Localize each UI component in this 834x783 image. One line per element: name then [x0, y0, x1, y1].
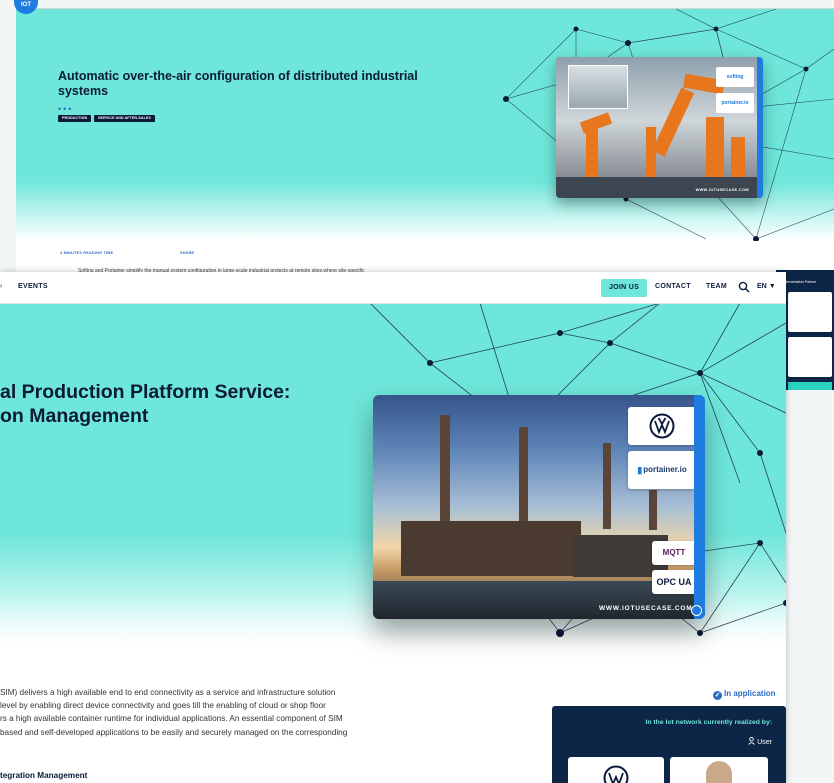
foreground-browser-window: › EVENTS JOIN US CONTACT TEAM EN ▼ al Pr…: [0, 272, 786, 783]
top-navigation: › EVENTS JOIN US CONTACT TEAM EN ▼: [0, 272, 786, 304]
vw-icon: [603, 765, 629, 783]
background-browser-window: Automatic over-the-air configuration of …: [16, 8, 834, 277]
realized-by-panel: In the Iot network currently realized by…: [552, 706, 786, 783]
tag-service[interactable]: SERVICE AND AFTER-SALES: [94, 115, 155, 122]
back-usecase-image-card: softing portainer.io WWW.IOTUSECASE.COM: [556, 57, 763, 198]
chimney: [519, 427, 528, 527]
user-icon: [748, 736, 756, 745]
card-url: WWW.IOTUSECASE.COM: [695, 188, 749, 192]
chimney: [603, 443, 611, 529]
card-badge-icon: [691, 605, 702, 616]
reading-time: 4 MINUTES READING TIME: [60, 251, 114, 255]
card-accent-bar: [694, 395, 705, 619]
language-selector[interactable]: EN ▼: [757, 281, 776, 293]
body-line: rs a high available container runtime fo…: [0, 714, 343, 724]
person-photo: [706, 761, 732, 783]
team-photo: [568, 65, 628, 109]
card-accent-bar: [757, 57, 763, 198]
portainer-logo: ▮ portainer.io: [628, 451, 696, 489]
back-tag-list: PRODUCTION SERVICE AND AFTER-SALES: [58, 115, 155, 122]
portainer-logo: portainer.io: [716, 93, 754, 113]
opc-ua-logo: OPC UA: [652, 570, 696, 594]
partner-card-vw[interactable]: [568, 757, 664, 783]
chimney: [440, 415, 450, 525]
power-plant-building: [401, 521, 581, 576]
search-icon[interactable]: [738, 281, 750, 293]
partner-card-person[interactable]: [670, 757, 768, 783]
share-dots-icon: •••: [58, 104, 74, 114]
status-label: In application: [724, 689, 776, 698]
section-subheading: tegration Management: [0, 771, 88, 780]
body-line: SIM) delivers a high available end to en…: [0, 688, 336, 697]
back-article-title: Automatic over-the-air configuration of …: [58, 69, 418, 98]
share-link[interactable]: SHARE: [180, 250, 194, 256]
language-label: EN: [757, 283, 767, 290]
hero-section: al Production Platform Service: on Manag…: [0, 303, 786, 643]
body-line: level by enabling direct device connecti…: [0, 701, 326, 711]
mqtt-logo: MQTT: [652, 541, 696, 565]
join-us-button[interactable]: JOIN US: [601, 279, 647, 297]
user-filter[interactable]: User: [748, 736, 772, 747]
caret-down-icon: ▼: [768, 283, 776, 290]
softing-logo: softing: [716, 67, 754, 87]
side-panel-accent: [788, 382, 832, 390]
partner-card[interactable]: [788, 337, 832, 377]
nav-contact[interactable]: CONTACT: [655, 281, 691, 293]
nav-chevron-icon[interactable]: ›: [0, 281, 2, 293]
tag-production[interactable]: PRODUCTION: [58, 115, 92, 122]
check-circle-icon: ✓: [713, 691, 722, 700]
status-badge: ✓ In application: [713, 688, 776, 700]
user-label: User: [757, 739, 772, 746]
page-title: al Production Platform Service: on Manag…: [0, 381, 291, 427]
portainer-logo-text: portainer.io: [643, 465, 687, 474]
vw-logo: VW: [628, 407, 696, 445]
body-line: based and self-developed applications to…: [0, 727, 348, 737]
nav-team[interactable]: TEAM: [706, 281, 727, 293]
article-body: SIM) delivers a high available end to en…: [0, 686, 410, 739]
nav-events[interactable]: EVENTS: [18, 281, 48, 293]
usecase-image-card: VW ▮portainer.io MQTT OPC UA WWW.IOTUSEC…: [373, 395, 705, 619]
card-url: WWW.IOTUSECASE.COM: [599, 605, 693, 612]
realized-by-title: In the Iot network currently realized by…: [645, 719, 772, 726]
partner-card[interactable]: [788, 292, 832, 332]
chimney: [649, 490, 657, 530]
